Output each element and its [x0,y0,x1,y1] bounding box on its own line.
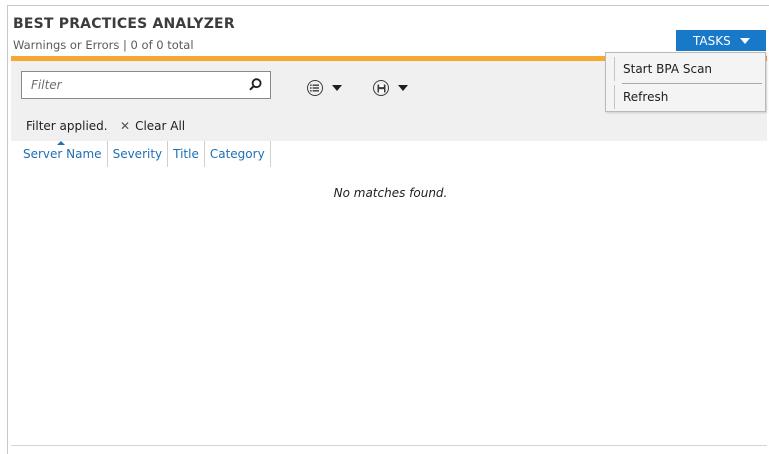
tasks-menu: Start BPA Scan Refresh [605,52,766,112]
menu-item-start-bpa-scan[interactable]: Start BPA Scan [614,57,758,81]
list-options-button[interactable] [307,78,353,98]
chevron-down-icon [332,85,342,91]
results-summary: Warnings or Errors | 0 of 0 total [13,38,194,52]
save-query-button[interactable] [373,78,419,98]
column-label: Title [173,147,199,161]
list-options-icon [307,80,323,96]
column-label: Severity [112,147,163,161]
clear-all-label: Clear All [135,119,186,133]
filter-input[interactable] [22,72,244,98]
save-query-icon [373,80,389,96]
column-header-category[interactable]: Category [205,141,271,167]
column-headers: Server Name Severity Title Category [19,141,271,167]
column-label: Server Name [23,147,102,161]
column-header-title[interactable]: Title [168,141,205,167]
tasks-button[interactable]: TASKS [676,30,766,51]
divider [11,445,767,446]
column-header-server-name[interactable]: Server Name [19,141,108,167]
column-label: Category [209,147,265,161]
chevron-down-icon [398,85,408,91]
menu-item-refresh[interactable]: Refresh [614,85,758,109]
filter-box[interactable] [21,71,271,99]
filter-applied-label: Filter applied. [26,119,108,133]
page-title: BEST PRACTICES ANALYZER [13,16,235,32]
menu-separator [622,83,762,84]
tasks-label: TASKS [693,33,731,48]
empty-results-message: No matches found. [333,186,448,200]
column-header-severity[interactable]: Severity [108,141,169,167]
clear-all-button[interactable]: ✕ Clear All [120,119,185,133]
chevron-down-icon [740,38,750,44]
close-icon: ✕ [120,119,131,133]
sort-ascending-icon [57,141,65,145]
search-icon[interactable] [249,78,262,91]
